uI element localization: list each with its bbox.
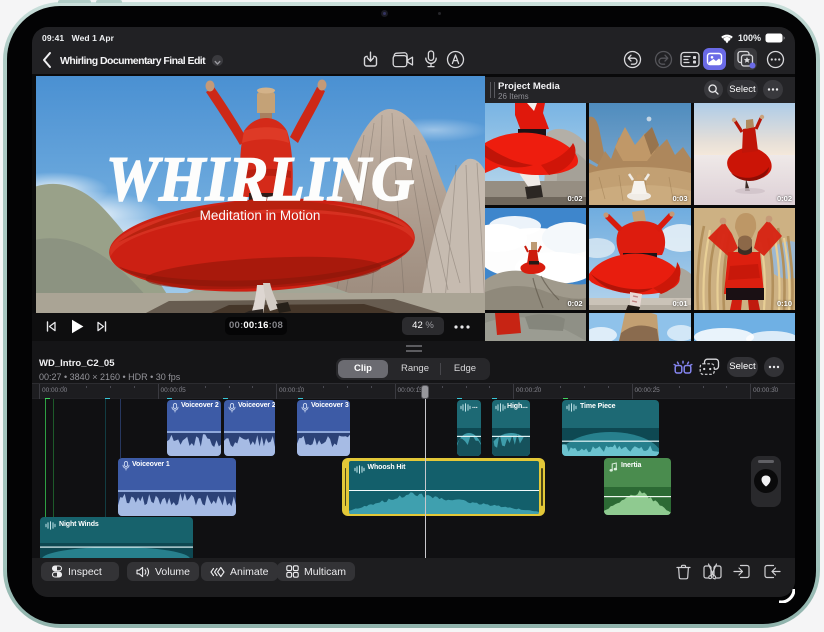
- svg-text:Meditation in Motion: Meditation in Motion: [200, 208, 321, 223]
- svg-text:WHIRLING: WHIRLING: [106, 143, 414, 214]
